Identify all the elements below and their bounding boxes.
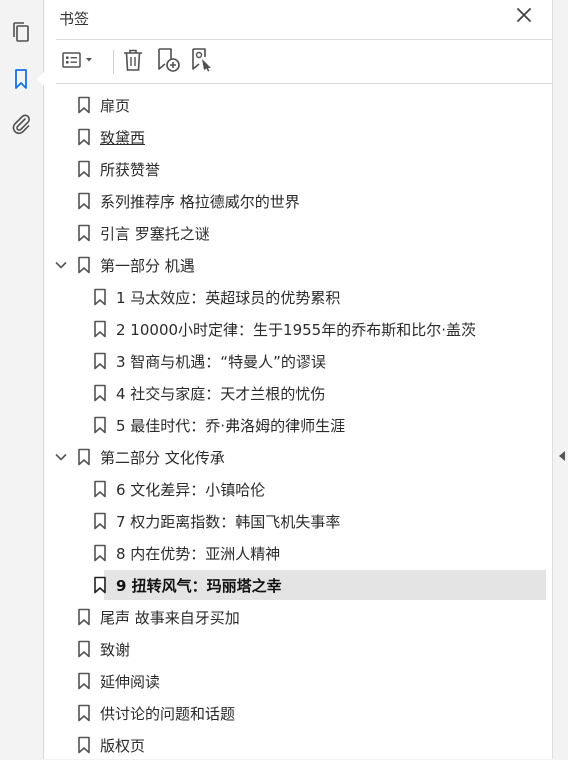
bookmark-label: 扉页	[100, 97, 131, 115]
bookmark-label: 致谢	[100, 641, 131, 659]
bookmark-tag-icon	[189, 47, 215, 77]
bookmark-subitem[interactable]: 9 扭转风气：玛丽塔之幸	[44, 570, 546, 600]
navigation-rail	[0, 0, 44, 759]
bookmark-label: 第一部分 机遇	[100, 257, 195, 275]
bookmark-icon[interactable]	[8, 66, 44, 92]
bookmark-icon	[77, 736, 91, 754]
panel-splitter[interactable]	[552, 0, 568, 759]
bookmark-icon	[77, 448, 91, 466]
bookmark-label: 引言 罗塞托之谜	[100, 225, 210, 243]
bookmark-icon	[93, 416, 107, 434]
bookmark-icon	[93, 576, 107, 594]
trash-icon	[122, 48, 144, 76]
bookmark-item[interactable]: 供讨论的问题和话题	[44, 698, 546, 728]
close-button[interactable]	[514, 6, 534, 26]
toolbar-separator	[113, 50, 114, 74]
bookmark-item[interactable]: 第二部分 文化传承	[44, 442, 546, 472]
bookmark-icon	[77, 128, 91, 146]
bookmark-icon	[93, 480, 107, 498]
bookmark-icon	[77, 160, 91, 178]
bookmark-subitem[interactable]: 8 内在优势：亚洲人精神	[44, 538, 546, 568]
bookmark-from-structure-button[interactable]	[188, 48, 216, 76]
bookmark-subitem[interactable]: 7 权力距离指数：韩国飞机失事率	[44, 506, 546, 536]
bookmark-icon	[77, 224, 91, 242]
bookmark-subitem[interactable]: 5 最佳时代：乔·弗洛姆的律师生涯	[44, 410, 546, 440]
bookmark-subitem[interactable]: 3 智商与机遇：“特曼人”的谬误	[44, 346, 546, 376]
bookmark-label: 8 内在优势：亚洲人精神	[116, 545, 281, 563]
bookmark-item[interactable]: 尾声 故事来自牙买加	[44, 602, 546, 632]
bookmark-icon	[77, 256, 91, 274]
new-bookmark-button[interactable]	[154, 48, 182, 76]
list-options-icon	[60, 50, 98, 74]
chevron-down-icon[interactable]	[54, 450, 68, 464]
bookmark-icon	[93, 288, 107, 306]
collapse-panel-button[interactable]	[557, 448, 567, 464]
bookmark-icon	[77, 608, 91, 626]
bookmark-label: 5 最佳时代：乔·弗洛姆的律师生涯	[116, 417, 346, 435]
bookmark-label: 版权页	[100, 737, 146, 755]
bookmark-icon	[93, 352, 107, 370]
bookmark-label: 第二部分 文化传承	[100, 449, 225, 467]
bookmark-item[interactable]: 致谢	[44, 634, 546, 664]
bookmark-label: 延伸阅读	[100, 673, 161, 691]
bookmark-icon	[93, 544, 107, 562]
bookmark-subitem[interactable]: 1 马太效应：英超球员的优势累积	[44, 282, 546, 312]
bookmark-subitem[interactable]: 4 社交与家庭：天才兰根的忧伤	[44, 378, 546, 408]
bookmark-item[interactable]: 版权页	[44, 730, 546, 760]
close-icon	[517, 7, 531, 26]
bookmark-icon	[93, 384, 107, 402]
bookmark-item[interactable]: 系列推荐序 格拉德威尔的世界	[44, 186, 546, 216]
bookmark-item[interactable]: 致黛西	[44, 122, 546, 152]
new-bookmark-icon	[155, 47, 181, 77]
toolbar-divider	[56, 83, 552, 84]
bookmark-label: 7 权力距离指数：韩国飞机失事率	[116, 513, 341, 531]
bookmark-label: 1 马太效应：英超球员的优势累积	[116, 289, 341, 307]
panel-title: 书签	[59, 10, 90, 28]
options-dropdown-button[interactable]	[60, 48, 98, 76]
caret-left-icon	[558, 447, 566, 466]
bookmark-label: 系列推荐序 格拉德威尔的世界	[100, 193, 300, 211]
bookmark-label: 4 社交与家庭：天才兰根的忧伤	[116, 385, 326, 403]
bookmarks-panel: 书签 扉页 致黛西 所获赞誉 系列推荐序 格拉德威尔的世界 引言 罗塞托之谜 第…	[44, 0, 552, 759]
bookmark-item[interactable]: 引言 罗塞托之谜	[44, 218, 546, 248]
bookmark-item[interactable]: 所获赞誉	[44, 154, 546, 184]
bookmark-label: 供讨论的问题和话题	[100, 705, 236, 723]
delete-bookmark-button[interactable]	[120, 48, 146, 76]
bookmark-toolbar	[56, 44, 552, 80]
bookmark-label: 9 扭转风气：玛丽塔之幸	[116, 577, 282, 595]
bookmark-label: 6 文化差异：小镇哈伦	[116, 481, 266, 499]
bookmark-subitem[interactable]: 6 文化差异：小镇哈伦	[44, 474, 546, 504]
bookmark-icon	[93, 512, 107, 530]
bookmark-label: 尾声 故事来自牙买加	[100, 609, 240, 627]
bookmark-icon	[77, 640, 91, 658]
bookmark-icon	[77, 704, 91, 722]
bookmark-item[interactable]: 扉页	[44, 90, 546, 120]
bookmark-item[interactable]: 延伸阅读	[44, 666, 546, 696]
chevron-down-icon[interactable]	[54, 258, 68, 272]
bookmark-label: 致黛西	[100, 129, 146, 147]
bookmark-label: 所获赞誉	[100, 161, 161, 179]
bookmark-subitem[interactable]: 2 10000小时定律：生于1955年的乔布斯和比尔·盖茨	[44, 314, 546, 344]
bookmark-icon	[93, 320, 107, 338]
attachment-icon[interactable]	[8, 111, 34, 137]
header-divider	[56, 39, 552, 40]
bookmark-icon	[77, 672, 91, 690]
bookmark-icon	[77, 192, 91, 210]
bookmark-label: 3 智商与机遇：“特曼人”的谬误	[116, 353, 326, 371]
bookmark-item[interactable]: 第一部分 机遇	[44, 250, 546, 280]
bookmark-icon	[77, 96, 91, 114]
pages-icon[interactable]	[8, 19, 34, 45]
bookmark-label: 2 10000小时定律：生于1955年的乔布斯和比尔·盖茨	[116, 321, 476, 339]
